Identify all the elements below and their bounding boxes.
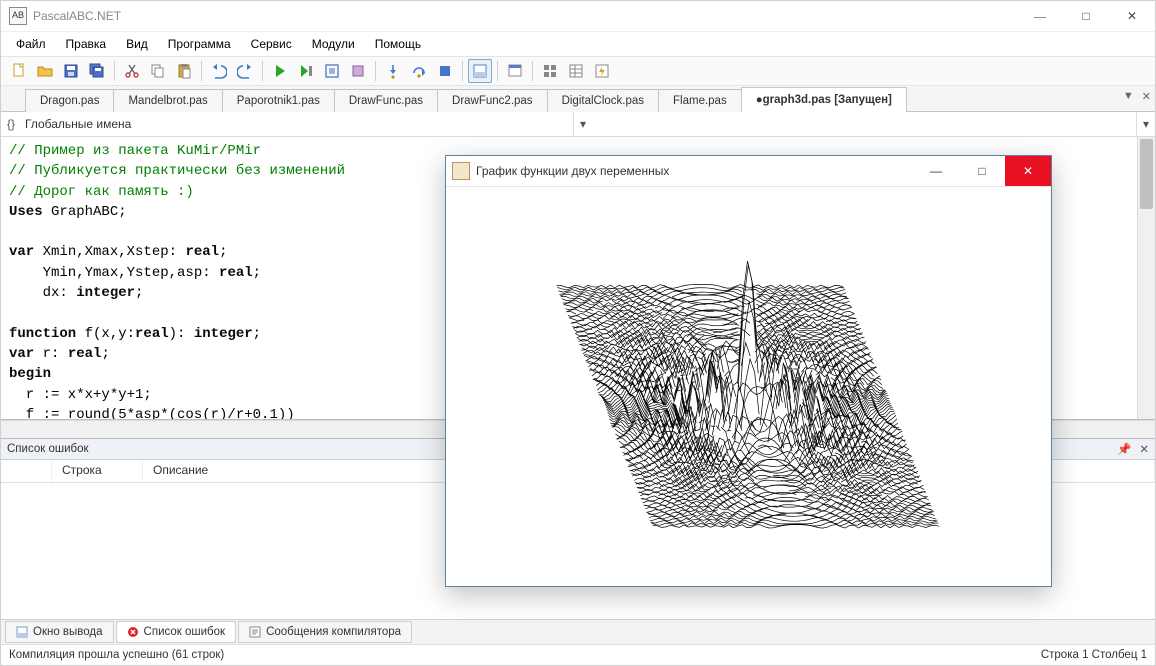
errors-col-line: Строка xyxy=(52,460,143,482)
vertical-scrollbar[interactable] xyxy=(1137,137,1155,419)
run-button[interactable] xyxy=(268,59,292,83)
events-button[interactable] xyxy=(590,59,614,83)
copy-button[interactable] xyxy=(146,59,170,83)
tabbar-dropdown-icon[interactable]: ▼ xyxy=(1123,90,1134,103)
save-all-button[interactable] xyxy=(85,59,109,83)
cut-button[interactable] xyxy=(120,59,144,83)
tab-digitalclock[interactable]: DigitalClock.pas xyxy=(547,89,659,112)
new-form-button[interactable] xyxy=(503,59,527,83)
file-tabs: Dragon.pas Mandelbrot.pas Paporotnik1.pa… xyxy=(1,86,1155,112)
menu-file[interactable]: Файл xyxy=(7,34,55,54)
status-cursor: Строка 1 Столбец 1 xyxy=(1041,649,1147,661)
child-window-icon xyxy=(452,162,470,180)
stop-button[interactable] xyxy=(346,59,370,83)
menu-edit[interactable]: Правка xyxy=(57,34,116,54)
paste-button[interactable] xyxy=(172,59,196,83)
tab-mandelbrot[interactable]: Mandelbrot.pas xyxy=(113,89,222,112)
menu-service[interactable]: Сервис xyxy=(242,34,301,54)
app-title: PascalABC.NET xyxy=(33,9,121,23)
close-button[interactable]: ✕ xyxy=(1109,1,1155,31)
bottom-tab-compiler-label: Сообщения компилятора xyxy=(266,626,401,638)
menu-modules[interactable]: Модули xyxy=(303,34,364,54)
undo-button[interactable] xyxy=(207,59,231,83)
bottom-tabs: Окно вывода Список ошибок Сообщения комп… xyxy=(1,619,1155,644)
tab-flame[interactable]: Flame.pas xyxy=(658,89,742,112)
end-run-button[interactable] xyxy=(433,59,457,83)
tab-graph3d-label: ●graph3d.pas [Запущен] xyxy=(756,94,892,106)
tabbar-close-icon[interactable]: ✕ xyxy=(1142,90,1151,103)
bottom-tab-errors[interactable]: Список ошибок xyxy=(116,621,237,643)
scope-icon: {} xyxy=(1,117,21,131)
status-left: Компиляция прошла успешно (61 строк) xyxy=(9,649,224,661)
scope-combo[interactable]: Глобальные имена xyxy=(21,114,573,134)
graphic-canvas xyxy=(446,187,1051,586)
tab-drawfunc[interactable]: DrawFunc.pas xyxy=(334,89,438,112)
toggle-output-panel-button[interactable] xyxy=(468,59,492,83)
bottom-tab-output[interactable]: Окно вывода xyxy=(5,621,114,643)
child-titlebar[interactable]: График функции двух переменных — □ ✕ xyxy=(446,156,1051,187)
child-minimize-button[interactable]: — xyxy=(913,156,959,186)
minimize-button[interactable]: — xyxy=(1017,1,1063,31)
menu-program[interactable]: Программа xyxy=(159,34,240,54)
open-file-button[interactable] xyxy=(33,59,57,83)
redo-button[interactable] xyxy=(233,59,257,83)
output-icon xyxy=(16,626,28,638)
statusbar: Компиляция прошла успешно (61 строк) Стр… xyxy=(1,644,1155,665)
menubar: Файл Правка Вид Программа Сервис Модули … xyxy=(1,32,1155,56)
properties-button[interactable] xyxy=(564,59,588,83)
graphic-output-window[interactable]: График функции двух переменных — □ ✕ xyxy=(445,155,1052,587)
save-button[interactable] xyxy=(59,59,83,83)
errors-col-blank xyxy=(1,460,52,482)
scope-dropdown-right-icon[interactable]: ▾ xyxy=(1136,112,1155,136)
errors-icon xyxy=(127,626,139,638)
child-maximize-button[interactable]: □ xyxy=(959,156,1005,186)
run-noform-button[interactable] xyxy=(294,59,318,83)
scope-row: {} Глобальные имена ▾ ▾ xyxy=(1,112,1155,137)
child-window-title: График функции двух переменных xyxy=(476,164,669,178)
scope-dropdown-left-icon[interactable]: ▾ xyxy=(573,112,592,136)
errors-panel-title: Список ошибок xyxy=(7,443,89,455)
step-over-button[interactable] xyxy=(407,59,431,83)
designer-button[interactable] xyxy=(538,59,562,83)
toolbar xyxy=(1,56,1155,86)
compiler-icon xyxy=(249,626,261,638)
child-close-button[interactable]: ✕ xyxy=(1005,156,1051,186)
bottom-tab-output-label: Окно вывода xyxy=(33,626,103,638)
tab-dragon[interactable]: Dragon.pas xyxy=(25,89,114,112)
panel-pin-icon[interactable]: 📌 xyxy=(1117,442,1131,456)
new-file-button[interactable] xyxy=(7,59,31,83)
compile-button[interactable] xyxy=(320,59,344,83)
step-into-button[interactable] xyxy=(381,59,405,83)
menu-view[interactable]: Вид xyxy=(117,34,157,54)
panel-close-icon[interactable]: ✕ xyxy=(1139,442,1149,456)
main-window: AB PascalABC.NET — □ ✕ Файл Правка Вид П… xyxy=(0,0,1156,666)
tab-graph3d[interactable]: ●graph3d.pas [Запущен] xyxy=(741,87,907,112)
tab-paporotnik1[interactable]: Paporotnik1.pas xyxy=(222,89,335,112)
bottom-tab-compiler[interactable]: Сообщения компилятора xyxy=(238,621,412,643)
menu-help[interactable]: Помощь xyxy=(366,34,430,54)
titlebar: AB PascalABC.NET — □ ✕ xyxy=(1,1,1155,32)
maximize-button[interactable]: □ xyxy=(1063,1,1109,31)
app-icon: AB xyxy=(9,7,27,25)
tab-drawfunc2[interactable]: DrawFunc2.pas xyxy=(437,89,548,112)
bottom-tab-errors-label: Список ошибок xyxy=(144,626,226,638)
